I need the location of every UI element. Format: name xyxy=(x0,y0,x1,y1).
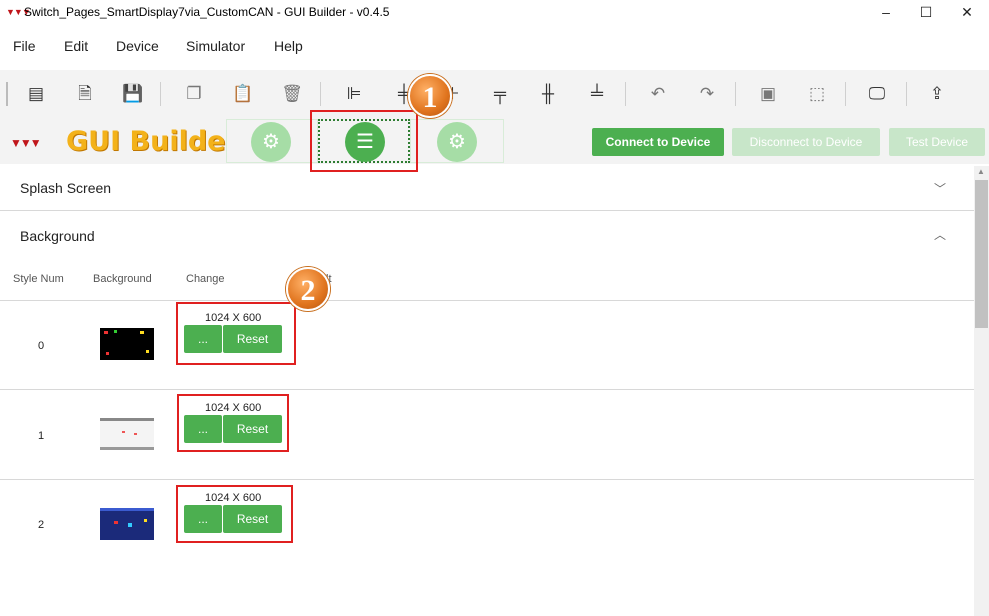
align-middle-icon[interactable]: ╫ xyxy=(536,82,560,106)
new-file-icon[interactable]: 🗎 xyxy=(73,82,97,106)
divider xyxy=(0,300,974,301)
callout-box-2 xyxy=(176,302,296,365)
undo-icon[interactable]: ↶ xyxy=(646,82,670,106)
upload-icon[interactable]: ⇪ xyxy=(925,82,949,106)
callout-badge-2: 2 xyxy=(286,267,330,311)
brand-logo-icon: ▼▼▼ xyxy=(10,136,42,150)
splash-screen-title: Splash Screen xyxy=(20,180,112,196)
nav-row: ▼▼▼ GUI Builder ⚙ ☰ ⚙ Connect to Device … xyxy=(0,118,989,164)
paste-icon[interactable]: 📋 xyxy=(231,82,255,106)
delete-icon[interactable]: 🗑 xyxy=(280,82,304,106)
chevron-down-icon[interactable]: ﹀ xyxy=(934,180,946,197)
align-left-icon[interactable]: ⊫ xyxy=(342,82,366,106)
minimize-button[interactable]: – xyxy=(872,2,900,22)
toolbar-separator xyxy=(906,82,907,106)
menu-simulator[interactable]: Simulator xyxy=(186,38,245,54)
toolbar-separator xyxy=(735,82,736,106)
copy-icon[interactable]: ❐ xyxy=(182,82,206,106)
background-thumbnail[interactable] xyxy=(100,328,154,360)
header-change: Change xyxy=(186,273,225,285)
background-thumbnail[interactable] xyxy=(100,508,154,540)
tab-design[interactable]: ⚙ xyxy=(226,119,318,163)
scrollbar-thumb[interactable] xyxy=(975,180,988,328)
settings-gear-icon: ⚙ xyxy=(437,122,477,162)
callout-box-3 xyxy=(177,394,289,452)
group-icon[interactable]: ▣ xyxy=(756,82,780,106)
tab-settings[interactable]: ⚙ xyxy=(410,119,504,163)
background-thumbnail[interactable] xyxy=(100,418,154,450)
toolbar-separator xyxy=(320,82,321,106)
menu-device[interactable]: Device xyxy=(116,38,159,54)
ungroup-icon[interactable]: ⬚ xyxy=(805,82,829,106)
title-bar: ▼▼▼ Switch_Pages_SmartDisplay7via_Custom… xyxy=(0,0,989,24)
save-icon[interactable]: 💾 xyxy=(121,82,145,106)
align-bottom-icon[interactable]: ╧ xyxy=(585,82,609,106)
design-icon: ⚙ xyxy=(251,122,291,162)
divider xyxy=(0,479,974,480)
toolbar-separator xyxy=(845,82,846,106)
close-button[interactable]: ✕ xyxy=(953,2,981,22)
header-style-num: Style Num xyxy=(13,273,64,285)
menu-help[interactable]: Help xyxy=(274,38,303,54)
toolbar-grip xyxy=(6,82,8,106)
test-device-button[interactable]: Test Device xyxy=(889,128,985,156)
style-num: 1 xyxy=(38,430,45,442)
menu-file[interactable]: File xyxy=(13,38,36,54)
callout-box-4 xyxy=(176,485,293,543)
menu-bar: File Edit Device Simulator Help xyxy=(0,34,989,60)
display-icon[interactable]: 🖵 xyxy=(865,82,889,106)
table-layout-icon[interactable]: ▤ xyxy=(24,82,48,106)
header-background: Background xyxy=(93,273,152,285)
splash-screen-section[interactable]: Splash Screen ﹀ xyxy=(0,164,974,210)
toolbar: ▤ 🗎 💾 ❐ 📋 🗑 ⊫ ╪ ⊪ ╤ ╫ ╧ ↶ ↷ ▣ ⬚ 🖵 ⇪ xyxy=(0,70,989,118)
maximize-button[interactable]: ☐ xyxy=(912,2,940,22)
align-top-icon[interactable]: ╤ xyxy=(488,82,512,106)
menu-edit[interactable]: Edit xyxy=(64,38,88,54)
callout-box-1 xyxy=(310,110,418,172)
style-num: 2 xyxy=(38,519,45,531)
disconnect-device-button[interactable]: Disconnect to Device xyxy=(732,128,880,156)
background-section[interactable]: Background ︿ xyxy=(0,212,974,260)
style-num: 0 xyxy=(38,340,45,352)
redo-icon[interactable]: ↷ xyxy=(695,82,719,106)
divider xyxy=(0,389,974,390)
window-title: Switch_Pages_SmartDisplay7via_CustomCAN … xyxy=(24,5,390,19)
divider xyxy=(0,210,974,211)
scroll-up-icon[interactable]: ▲ xyxy=(977,167,985,176)
toolbar-separator xyxy=(160,82,161,106)
toolbar-separator xyxy=(625,82,626,106)
background-title: Background xyxy=(20,228,95,244)
brand-title: GUI Builder xyxy=(66,126,239,157)
chevron-up-icon[interactable]: ︿ xyxy=(934,226,946,243)
connect-device-button[interactable]: Connect to Device xyxy=(592,128,724,156)
callout-badge-1: 1 xyxy=(408,74,452,118)
